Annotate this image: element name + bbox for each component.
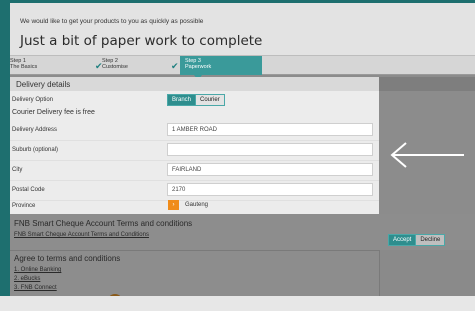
dropdown-arrow-icon[interactable]: › [168, 200, 179, 210]
delivery-option-toggle: Branch Courier [167, 94, 225, 106]
fnb-connect-link[interactable]: 3. FNB Connect [14, 285, 57, 291]
accept-decline-toggle: Accept Decline [388, 234, 446, 246]
delivery-option-label: Delivery Option [12, 97, 54, 103]
frame-left [0, 0, 10, 311]
page-subtitle: We would like to get your products to yo… [20, 18, 204, 25]
step-progress: Step 1 The Basics ✔ Step 2 Customise ✔ Ste… [10, 55, 475, 80]
step-2[interactable]: Step 2 Customise ✔ [102, 56, 187, 75]
city-field[interactable]: FAIRLAND [167, 163, 373, 176]
page-title: Just a bit of paper work to complete [20, 33, 263, 49]
step-1-name: The Basics [10, 64, 38, 70]
suburb-row: Suburb (optional) [10, 141, 379, 161]
list-item[interactable]: 2. eBucks [14, 276, 40, 282]
overlay-strip [379, 77, 475, 91]
city-row: City FAIRLAND [10, 161, 379, 181]
list-item[interactable]: 3. FNB Connect [14, 285, 57, 291]
postal-code-label: Postal Code [12, 187, 45, 193]
step-1[interactable]: Step 1 The Basics ✔ [10, 56, 110, 75]
delivery-fee-note: Courier Delivery fee is free [12, 109, 95, 116]
address-field[interactable]: 1 AMBER ROAD [167, 123, 373, 136]
page-header: We would like to get your products to yo… [10, 3, 475, 55]
delivery-details-form: Delivery details Delivery Option Branch … [10, 77, 379, 214]
step-2-name: Customise [102, 64, 128, 70]
suburb-field[interactable] [167, 143, 373, 156]
terms-heading: FNB Smart Cheque Account Terms and condi… [14, 219, 193, 228]
step-3[interactable]: Step 3 Paperwork [180, 56, 262, 80]
courier-option[interactable]: Courier [196, 95, 224, 105]
terms-section: FNB Smart Cheque Account Terms and condi… [10, 214, 475, 250]
check-icon: ✔ [171, 61, 179, 71]
branch-option[interactable]: Branch [168, 95, 196, 105]
province-select[interactable]: Gauteng [185, 202, 208, 208]
agree-heading: Agree to terms and conditions [14, 254, 121, 263]
ebucks-link[interactable]: 2. eBucks [14, 276, 40, 282]
address-row: Delivery Address 1 AMBER ROAD [10, 121, 379, 141]
accept-button[interactable]: Accept [389, 235, 416, 245]
decline-button[interactable]: Decline [416, 235, 445, 245]
online-banking-link[interactable]: 1. Online Banking [14, 267, 61, 273]
terms-link[interactable]: FNB Smart Cheque Account Terms and Condi… [14, 232, 149, 238]
postal-code-field[interactable]: 2170 [167, 183, 373, 196]
delivery-heading: Delivery details [10, 77, 379, 91]
step-3-name: Paperwork [185, 64, 212, 70]
list-item[interactable]: 1. Online Banking [14, 267, 61, 273]
address-label: Delivery Address [12, 127, 58, 133]
city-label: City [12, 167, 23, 173]
frame-bottom [0, 296, 475, 311]
left-arrow-icon [390, 142, 464, 168]
agree-section: Agree to terms and conditions 1. Online … [10, 250, 379, 296]
province-label: Province [12, 203, 36, 209]
suburb-label: Suburb (optional) [12, 147, 59, 153]
agree-right-panel [379, 250, 475, 296]
